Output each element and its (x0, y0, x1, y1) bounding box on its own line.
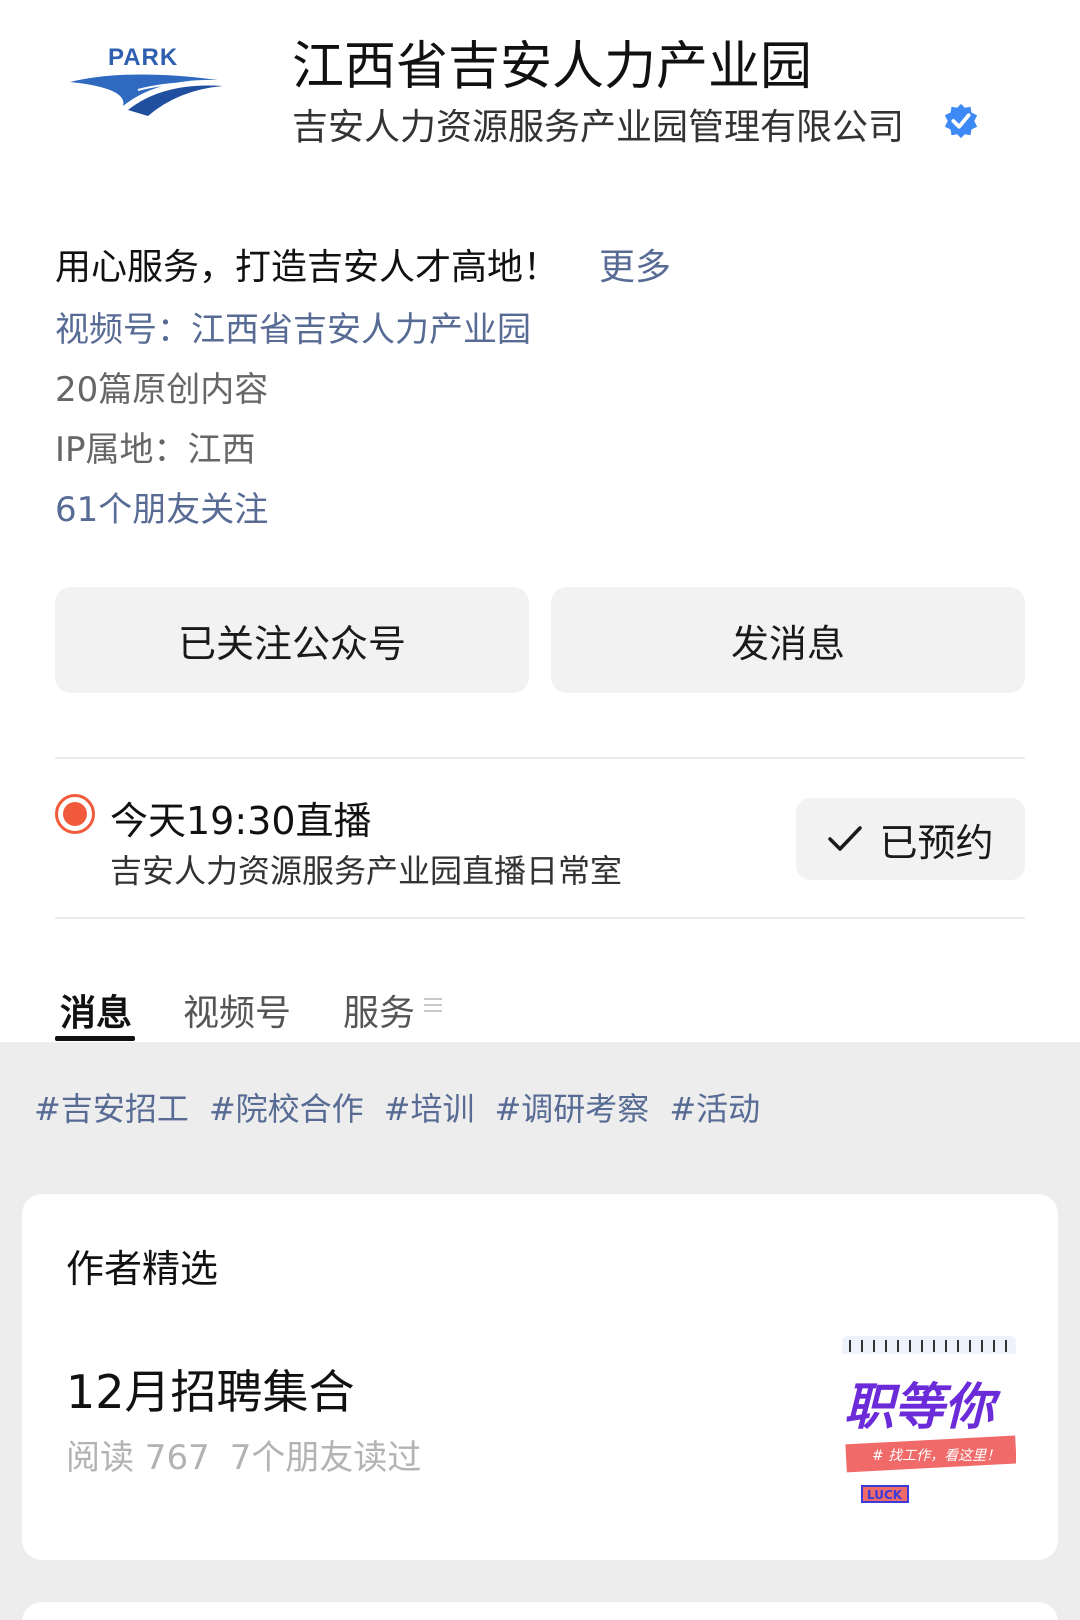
article-title[interactable]: 12月招聘集合 (66, 1356, 355, 1422)
followed-button[interactable]: 已关注公众号 (55, 587, 529, 693)
message-feed: #吉安招工 #院校合作 #培训 #调研考察 #活动 作者精选 12月招聘集合 阅读 76… (0, 1042, 1080, 1620)
followed-button-label: 已关注公众号 (177, 621, 406, 666)
hashtag[interactable]: #培训 (384, 1090, 475, 1128)
divider (55, 917, 1025, 919)
hashtag[interactable]: #院校合作 (209, 1090, 364, 1128)
content-tabs: 消息 视频号 服务 (0, 960, 1080, 1042)
live-record-icon (55, 794, 95, 834)
next-card (22, 1602, 1058, 1620)
thumb-subline: # 找工作，看这里！ (872, 1448, 1000, 1464)
reserved-label: 已预约 (879, 820, 994, 865)
send-message-label: 发消息 (730, 621, 845, 666)
article-meta: 阅读 767 7个朋友读过 (66, 1430, 441, 1479)
profile-header: PARK 江西省吉安人力产业园 吉安人力资源服务产业园管理有限公司 (0, 0, 1080, 200)
hashtag-list: #吉安招工 #院校合作 #培训 #调研考察 #活动 (34, 1084, 780, 1130)
original-count: 20篇原创内容 (55, 370, 269, 410)
road-logo-icon (70, 74, 223, 116)
divider (55, 757, 1025, 759)
bio-text: 用心服务，打造吉安人才高地！ (55, 247, 560, 288)
company-name: 吉安人力资源服务产业园管理有限公司 (292, 107, 905, 148)
menu-icon (424, 998, 442, 1012)
hashtag[interactable]: #吉安招工 (34, 1090, 189, 1128)
reserved-button[interactable]: 已预约 (796, 798, 1025, 880)
featured-section-title: 作者精选 (66, 1247, 219, 1291)
check-icon (828, 826, 863, 851)
tab-messages[interactable]: 消息 (60, 984, 132, 1036)
verified-badge-icon (944, 103, 978, 139)
read-count: 阅读 767 (66, 1438, 210, 1478)
hashtag[interactable]: #调研考察 (494, 1090, 649, 1128)
ip-location: IP属地：江西 (55, 430, 256, 470)
thumbnail-image: 职等你 # 找工作，看这里！ LUCK (842, 1336, 1016, 1510)
video-channel-link[interactable]: 视频号：江西省吉安人力产业园 (55, 302, 531, 351)
bio-more-link[interactable]: 更多 (599, 247, 671, 288)
send-message-button[interactable]: 发消息 (551, 587, 1025, 693)
thumb-headline: 职等你 (844, 1378, 1002, 1436)
park-logo: PARK (68, 40, 238, 120)
account-name: 江西省吉安人力产业园 (292, 37, 813, 97)
featured-card: 作者精选 12月招聘集合 阅读 767 7个朋友读过 职等你 # 找工作，看这里！ (22, 1194, 1058, 1560)
live-title[interactable]: 今天19:30直播 (110, 790, 372, 845)
bio: 用心服务，打造吉安人才高地！ 更多 (55, 238, 671, 290)
active-tab-indicator (55, 1036, 135, 1041)
article-thumbnail[interactable]: 职等你 # 找工作，看这里！ LUCK (842, 1336, 1016, 1510)
hashtag[interactable]: #活动 (669, 1090, 760, 1128)
tab-service[interactable]: 服务 (343, 984, 415, 1036)
friends-read: 7个朋友读过 (229, 1438, 422, 1478)
thumb-badge: LUCK (867, 1488, 903, 1502)
live-room-name: 吉安人力资源服务产业园直播日常室 (110, 852, 623, 890)
friends-follow-link[interactable]: 61个朋友关注 (55, 482, 268, 531)
tab-video-channel[interactable]: 视频号 (183, 984, 291, 1036)
